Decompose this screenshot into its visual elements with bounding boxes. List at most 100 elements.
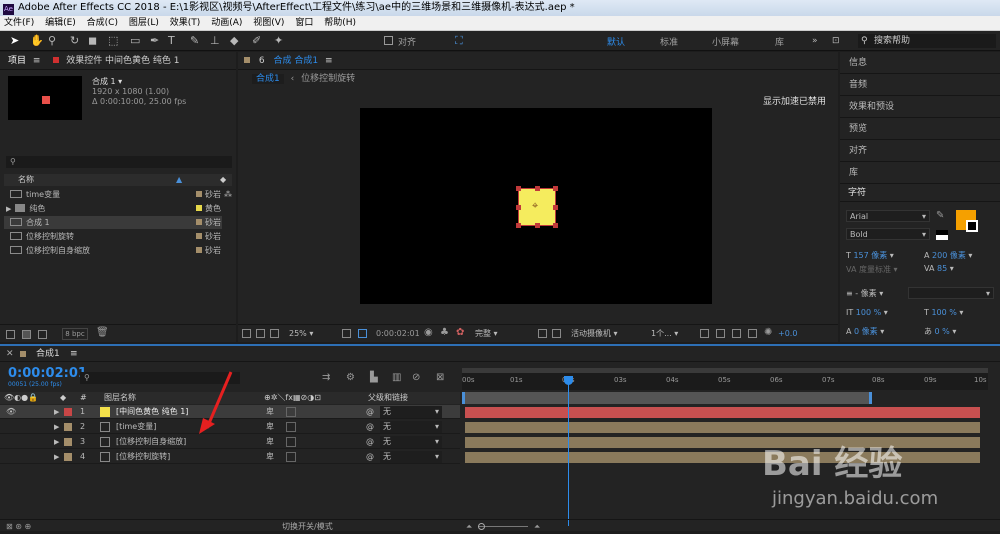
stroke-color-swatch[interactable]	[966, 220, 978, 232]
shy-switch-icon[interactable]: 卑	[266, 420, 274, 434]
show-snapshot-icon[interactable]: ♣	[440, 327, 449, 338]
zoom-in-icon[interactable]: ⏶	[534, 520, 540, 534]
tab-timeline-comp[interactable]: 合成1	[36, 346, 60, 362]
transform-handle[interactable]	[516, 186, 521, 191]
pick-whip-icon[interactable]: @	[366, 420, 374, 434]
new-composition-icon[interactable]	[38, 330, 47, 339]
rotate-tool-icon[interactable]: ↻	[70, 34, 79, 48]
zoom-slider[interactable]	[478, 526, 528, 527]
comp-flowchart-icon[interactable]: ⇉	[322, 372, 330, 383]
timeline-icon[interactable]	[732, 329, 741, 338]
layer-label-swatch[interactable]	[64, 408, 72, 416]
pick-whip-icon[interactable]: @	[366, 405, 374, 419]
rectangle-tool-icon[interactable]: ▭	[130, 34, 140, 48]
fast-previews-icon[interactable]	[716, 329, 725, 338]
parent-dropdown[interactable]: 无 ▾	[380, 451, 442, 463]
pan-behind-tool-icon[interactable]: ⬚	[108, 34, 118, 48]
tab-effect-controls[interactable]: 效果控件 中间色黄色 纯色 1	[66, 56, 179, 66]
pick-whip-icon[interactable]: @	[366, 450, 374, 464]
breadcrumb-next[interactable]: 位移控制旋转	[301, 74, 355, 84]
snapshot-icon[interactable]: ◉	[424, 327, 433, 338]
font-family-dropdown[interactable]: Arial ▾	[846, 210, 930, 222]
expand-arrow-icon[interactable]: ▶	[6, 205, 11, 213]
tab-project[interactable]: 项目	[8, 56, 26, 66]
quality-switch[interactable]	[286, 452, 296, 462]
panel-effects-presets[interactable]: 效果和预设	[840, 96, 1000, 118]
layer-bar-2[interactable]	[465, 422, 980, 433]
panel-preview[interactable]: 预览	[840, 118, 1000, 140]
baseline-shift-field[interactable]: A 0 像素 ▾	[846, 326, 884, 337]
toggle-pixel-aspect-icon[interactable]	[700, 329, 709, 338]
current-time-display[interactable]: 0:00:02:01	[376, 329, 420, 338]
shy-switch-icon[interactable]: 卑	[266, 435, 274, 449]
transform-handle[interactable]	[516, 223, 521, 228]
breadcrumb-active[interactable]: 合成1	[252, 74, 284, 84]
menu-layer[interactable]: 图层(L)	[129, 18, 159, 28]
parent-dropdown[interactable]: 无 ▾	[380, 421, 442, 433]
layer-name[interactable]: [中间色黄色 纯色 1]	[116, 405, 188, 419]
menu-composition[interactable]: 合成(C)	[87, 18, 118, 28]
clone-stamp-tool-icon[interactable]: ⊥	[210, 34, 220, 48]
layer-bar-1[interactable]	[465, 407, 980, 418]
menu-animation[interactable]: 动画(A)	[211, 18, 242, 28]
parent-dropdown[interactable]: 无 ▾	[380, 406, 442, 418]
fit-frame-icon[interactable]	[342, 329, 351, 338]
panel-align[interactable]: 对齐	[840, 140, 1000, 162]
project-item-time-var[interactable]: time变量 砂岩 ⁂	[4, 188, 232, 201]
workspace-standard[interactable]: 标准	[660, 35, 678, 48]
frame-blending-icon[interactable]: ▥	[392, 372, 401, 383]
name-column-header[interactable]: 名称	[18, 175, 34, 184]
camera-tool-icon[interactable]: ◼	[88, 34, 97, 48]
time-ruler[interactable]: 00s 01s 02s 03s 04s 05s 06s 07s 08s 09s …	[462, 368, 988, 390]
font-style-dropdown[interactable]: Bold ▾	[846, 228, 930, 240]
work-area-bar[interactable]	[462, 368, 988, 373]
bit-depth-button[interactable]: 8 bpc	[62, 328, 88, 340]
draft-3d-icon[interactable]: ⚙	[346, 372, 355, 383]
shy-switch-icon[interactable]: 卑	[266, 450, 274, 464]
current-time-indicator[interactable]	[568, 376, 569, 526]
mask-visibility-icon[interactable]	[270, 329, 279, 338]
flowchart-icon[interactable]: ⁂	[224, 188, 232, 201]
footer-toggle-icons[interactable]: ⊠ ⊛ ⊕	[6, 520, 31, 534]
roto-brush-tool-icon[interactable]: ✐	[252, 34, 261, 48]
expand-arrow-icon[interactable]: ▶	[54, 420, 59, 434]
project-item-comp1[interactable]: 合成 1 砂岩	[4, 216, 222, 229]
layer-bar-4[interactable]	[465, 452, 980, 463]
panel-menu-icon[interactable]: ≡	[325, 56, 333, 66]
zoom-slider-thumb[interactable]	[478, 523, 485, 530]
brush-tool-icon[interactable]: ✎	[190, 34, 199, 48]
new-folder-icon[interactable]	[22, 330, 31, 339]
toggle-switches-modes[interactable]: 切换开关/模式	[282, 520, 333, 534]
project-item-rotate[interactable]: 位移控制旋转 砂岩	[4, 230, 222, 243]
kerning-field[interactable]: VA 度量标准 ▾	[846, 264, 898, 275]
tracking-field[interactable]: VA 85 ▾	[924, 264, 954, 273]
layer-name[interactable]: [time变量]	[116, 420, 156, 434]
hand-tool-icon[interactable]: ✋	[30, 34, 44, 48]
region-of-interest-icon[interactable]	[358, 329, 367, 338]
quality-switch[interactable]	[286, 407, 296, 417]
workspace-overflow-icon[interactable]: »	[812, 34, 818, 48]
menu-effect[interactable]: 效果(T)	[170, 18, 201, 28]
menu-edit[interactable]: 编辑(E)	[45, 18, 76, 28]
pen-tool-icon[interactable]: ✒	[150, 34, 159, 48]
eyedropper-icon[interactable]: ✎	[936, 210, 944, 221]
zoom-out-icon[interactable]: ⏶	[466, 520, 472, 534]
anchor-point-icon[interactable]: ⌖	[532, 199, 538, 213]
motion-blur-icon[interactable]: ⊘	[412, 372, 420, 383]
workspace-small-screen[interactable]: 小屏幕	[712, 35, 739, 48]
project-item-scale[interactable]: 位移控制自身缩放 砂岩	[4, 244, 222, 257]
project-item-solids-folder[interactable]: ▶ 纯色 黄色	[4, 202, 222, 215]
panel-menu-icon[interactable]: ≡	[33, 56, 41, 66]
help-search-input[interactable]: ⚲ 搜索帮助	[858, 34, 996, 48]
camera-view-dropdown[interactable]: 活动摄像机 ▾	[568, 328, 644, 340]
close-tab-icon[interactable]: ✕	[6, 346, 14, 362]
leading-field[interactable]: A 200 像素 ▾	[924, 250, 972, 261]
transform-handle[interactable]	[553, 205, 558, 210]
type-tool-icon[interactable]: T	[168, 34, 175, 48]
3d-draft-icon[interactable]	[552, 329, 561, 338]
vertical-scale-field[interactable]: IT 100 % ▾	[846, 308, 888, 317]
parent-header[interactable]: 父级和链接	[368, 392, 408, 404]
composition-canvas[interactable]: ⌖	[360, 108, 712, 304]
timeline-current-time[interactable]: 0:00:02:01	[8, 366, 87, 381]
black-white-swatch[interactable]	[936, 230, 948, 240]
